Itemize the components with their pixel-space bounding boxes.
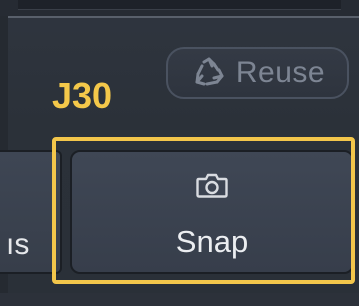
live-button-label-partial: ıs	[6, 228, 30, 261]
snap-button[interactable]: Snap	[70, 150, 354, 274]
acquisition-panel: Reuse J30 ıs Snap	[0, 0, 359, 306]
camera-icon	[195, 170, 229, 200]
annotation-label: J30	[52, 75, 113, 116]
reuse-button-label: Reuse	[235, 56, 326, 89]
top-dark-panel	[18, 0, 341, 10]
acquisition-button-row: ıs Snap	[0, 150, 359, 292]
bottom-panel-strip	[0, 293, 359, 306]
recycle-icon	[190, 54, 228, 92]
live-button-partial[interactable]: ıs	[0, 150, 62, 274]
snap-button-label: Snap	[175, 224, 249, 259]
reuse-button[interactable]: Reuse	[166, 47, 349, 99]
top-toolbar-strip	[0, 0, 359, 18]
